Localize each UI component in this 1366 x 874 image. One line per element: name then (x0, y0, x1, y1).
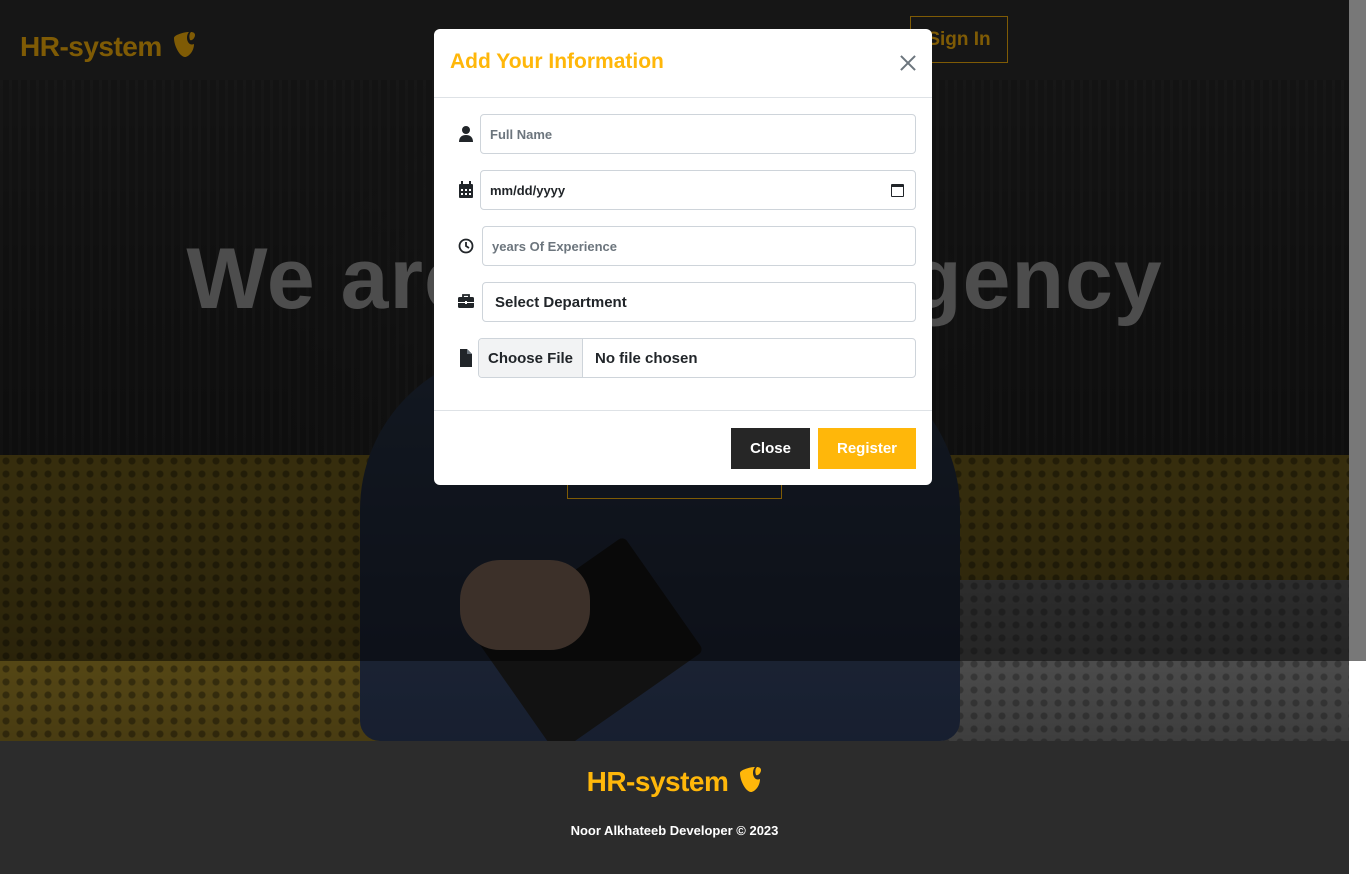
department-selected-value: Select Department (495, 294, 627, 311)
department-select[interactable]: Select Department (482, 282, 916, 322)
modal-header: Add Your Information (434, 29, 932, 98)
register-button[interactable]: Register (818, 428, 916, 469)
calendar-icon (458, 181, 474, 199)
file-icon (458, 349, 474, 367)
full-name-row (434, 114, 932, 154)
file-status: No file chosen (595, 350, 698, 367)
footer-copyright: Noor Alkhateeb Developer © 2023 (570, 823, 779, 838)
close-icon[interactable] (896, 51, 920, 75)
modal-footer: Close Register (434, 410, 932, 485)
birthdate-input[interactable]: mm/dd/yyyy (480, 170, 916, 210)
experience-input[interactable] (482, 226, 916, 266)
file-input[interactable]: Choose File No file chosen (478, 338, 916, 378)
footer: HR-system Noor Alkhateeb Developer © 202… (0, 741, 1349, 874)
date-placeholder: mm/dd/yyyy (490, 183, 566, 198)
experience-row (434, 226, 932, 266)
footer-brand-name: HR-system (586, 765, 729, 797)
date-picker-icon[interactable] (891, 184, 904, 197)
file-row: Choose File No file chosen (434, 338, 932, 378)
department-row: Select Department (434, 282, 932, 322)
clock-icon (458, 237, 474, 255)
typo3-logo-icon (736, 765, 762, 798)
user-icon (458, 125, 474, 143)
add-information-modal: Add Your Information Full Name mm/dd/yyy… (434, 29, 932, 485)
modal-title: Add Your Information (450, 50, 664, 73)
birthdate-row: mm/dd/yyyy (434, 170, 932, 210)
briefcase-icon (458, 293, 474, 311)
footer-brand[interactable]: HR-system (0, 765, 1349, 798)
full-name-input[interactable] (480, 114, 916, 154)
close-button[interactable]: Close (731, 428, 810, 469)
choose-file-button[interactable]: Choose File (479, 339, 583, 377)
